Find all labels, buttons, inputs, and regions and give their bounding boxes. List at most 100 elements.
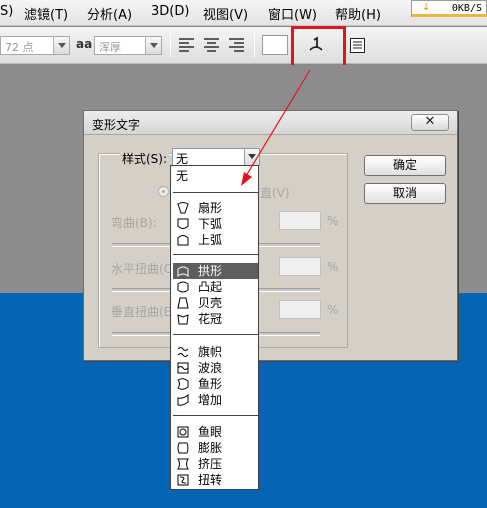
dialog-title: 变形文字: [92, 118, 141, 132]
style-option-label: 凸起: [198, 280, 223, 294]
h-distort-percent: %: [327, 260, 339, 274]
align-left-icon[interactable]: [177, 36, 197, 56]
inflate-icon: [177, 442, 189, 454]
vertical-radio-label: 直(V): [260, 186, 290, 200]
font-size-combo[interactable]: 72 点: [0, 36, 70, 55]
style-option-shell[interactable]: 贝壳: [173, 295, 258, 311]
style-option-inflate[interactable]: 膨胀: [173, 440, 258, 456]
antialias-dropdown-button[interactable]: [145, 37, 161, 54]
divider: [173, 192, 258, 193]
antialias-value: 浑厚: [99, 41, 121, 54]
style-option-crown[interactable]: 花冠: [173, 311, 258, 327]
shell-icon: [177, 297, 189, 309]
menu-view[interactable]: 视图(V): [203, 4, 248, 23]
options-bar: 72 点 aa 浑厚: [0, 27, 487, 64]
wave-icon: [177, 362, 189, 374]
download-arrow-icon: ↓: [422, 2, 431, 13]
h-distort-input[interactable]: [279, 257, 321, 276]
font-size-dropdown-button[interactable]: [53, 37, 69, 54]
style-option-arch[interactable]: 拱形: [173, 263, 258, 279]
close-button[interactable]: ✕: [411, 114, 449, 131]
antialias-label: aa: [76, 37, 93, 51]
arch-icon: [177, 266, 189, 277]
fisheye-icon: [177, 426, 189, 438]
bulge-icon: [177, 281, 189, 293]
style-option-squeeze[interactable]: 挤压: [173, 456, 258, 472]
font-size-value: 72 点: [5, 41, 34, 54]
arc-lower-icon: [177, 218, 189, 229]
character-panel-icon[interactable]: [348, 36, 368, 56]
style-select[interactable]: 无: [172, 148, 260, 166]
ok-button[interactable]: 确定: [364, 155, 446, 176]
text-color-swatch[interactable]: [262, 35, 288, 55]
style-option-label: 无: [176, 169, 189, 183]
flag-icon: [177, 347, 189, 357]
style-option-label: 波浪: [198, 361, 223, 375]
separator: [254, 33, 255, 57]
speed-bar: [412, 14, 487, 17]
style-option-rise[interactable]: 增加: [173, 392, 258, 408]
style-option-none[interactable]: 无: [173, 168, 258, 184]
style-label: 样式(S):: [120, 150, 170, 167]
highlight-box: [291, 26, 346, 68]
twist-icon: [177, 474, 189, 486]
menu-analysis[interactable]: 分析(A): [87, 4, 132, 23]
flag-crown-icon: [177, 314, 189, 325]
horizontal-radio[interactable]: [158, 186, 169, 197]
style-option-label: 鱼形: [198, 377, 223, 391]
cancel-button[interactable]: 取消: [364, 183, 446, 204]
arc-upper-icon: [177, 235, 189, 246]
divider: [173, 254, 258, 255]
squeeze-icon: [177, 458, 189, 470]
style-option-arc-lower[interactable]: 下弧: [173, 216, 258, 232]
v-distort-input[interactable]: [279, 300, 321, 319]
style-option-arc-upper[interactable]: 上弧: [173, 232, 258, 248]
dialog-titlebar[interactable]: 变形文字 ✕: [84, 111, 457, 135]
style-option-label: 鱼眼: [198, 425, 223, 439]
divider: [173, 415, 258, 416]
rise-icon: [177, 394, 189, 406]
download-speed-indicator: ↓ 0KB/S: [411, 0, 487, 17]
divider: [173, 334, 258, 335]
menu-bar: S) 滤镜(T) 分析(A) 3D(D) 视图(V) 窗口(W) 帮助(H) ↓…: [0, 0, 487, 26]
menu-window[interactable]: 窗口(W): [268, 4, 317, 23]
style-option-label: 下弧: [198, 217, 223, 231]
style-option-label: 膨胀: [198, 441, 223, 455]
v-distort-label: 垂直扭曲(E: [111, 305, 172, 319]
style-option-label: 扇形: [198, 201, 223, 215]
menu-select[interactable]: S): [0, 4, 13, 19]
arc-icon: [177, 202, 189, 214]
style-option-bulge[interactable]: 凸起: [173, 279, 258, 295]
fish-icon: [177, 378, 189, 390]
style-option-label: 旗帜: [198, 345, 223, 359]
align-center-icon[interactable]: [202, 36, 222, 56]
style-option-label: 挤压: [198, 457, 223, 471]
align-right-icon[interactable]: [227, 36, 247, 56]
warp-text-dialog: 变形文字 ✕ 样式(S): 无 直(V) 弯曲(B): % 水平扭曲(O % 垂…: [83, 110, 458, 361]
menu-3d[interactable]: 3D(D): [151, 4, 189, 19]
style-option-twist[interactable]: 扭转: [173, 472, 258, 488]
style-dropdown-list: 无 扇形 下弧 上弧 拱形 凸起 贝壳 花冠 旗帜 波浪 鱼形 增加 鱼眼 膨胀…: [170, 165, 259, 490]
style-option-flag[interactable]: 旗帜: [173, 344, 258, 360]
antialias-combo[interactable]: 浑厚: [94, 36, 162, 55]
speed-text: 0KB/S: [451, 3, 482, 14]
style-option-label: 拱形: [198, 264, 223, 278]
v-distort-percent: %: [327, 303, 339, 317]
style-option-wave[interactable]: 波浪: [173, 360, 258, 376]
style-option-fish[interactable]: 鱼形: [173, 376, 258, 392]
style-option-label: 扭转: [198, 473, 223, 487]
style-option-label: 贝壳: [198, 296, 223, 310]
h-distort-label: 水平扭曲(O: [111, 262, 174, 276]
bend-input[interactable]: [279, 211, 321, 230]
style-option-arc[interactable]: 扇形: [173, 200, 258, 216]
bend-percent: %: [327, 214, 339, 228]
style-option-label: 花冠: [198, 312, 223, 326]
chevron-down-icon[interactable]: [244, 149, 259, 165]
separator: [170, 33, 171, 57]
menu-help[interactable]: 帮助(H): [335, 4, 381, 23]
style-option-label: 上弧: [198, 233, 223, 247]
bend-label: 弯曲(B):: [111, 216, 157, 230]
style-option-fisheye[interactable]: 鱼眼: [173, 424, 258, 440]
style-option-label: 增加: [198, 393, 223, 407]
menu-filter[interactable]: 滤镜(T): [24, 4, 68, 23]
